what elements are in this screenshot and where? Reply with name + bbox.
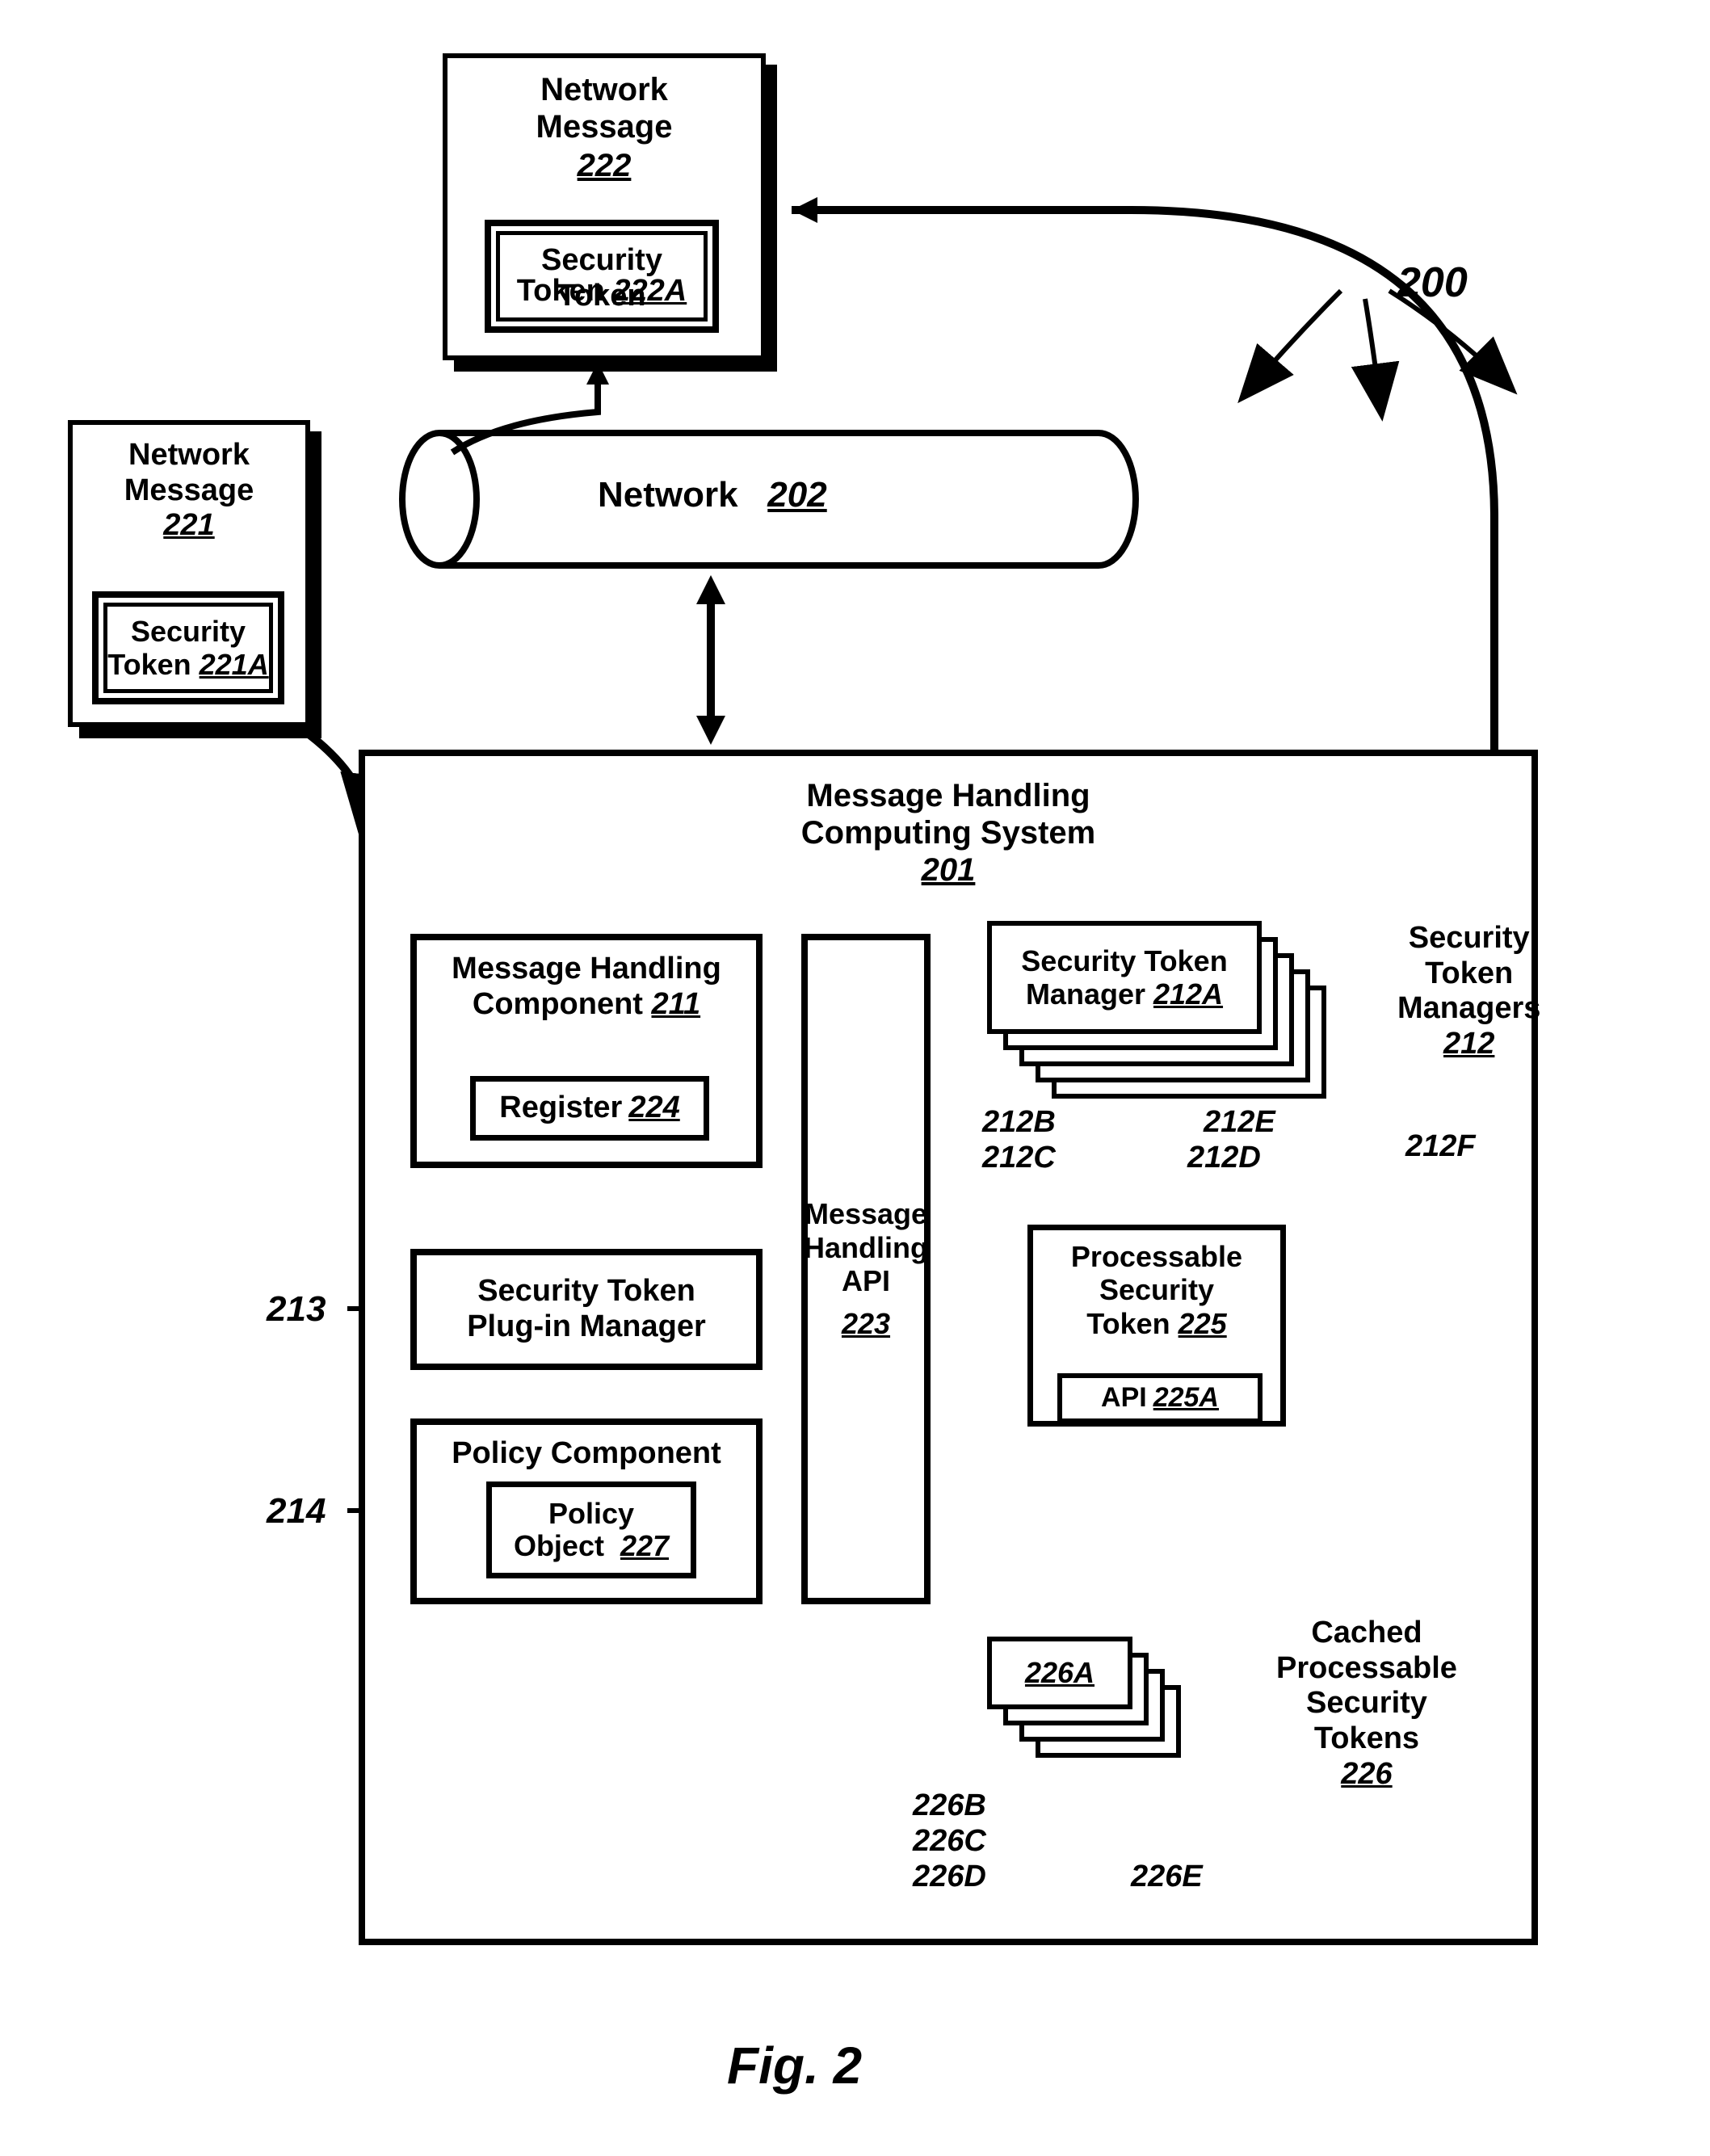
register-title: Register bbox=[499, 1091, 622, 1126]
ref-214: 214 bbox=[267, 1491, 326, 1532]
api-title: Message Handling API bbox=[804, 1197, 928, 1297]
figure-caption: Fig. 2 bbox=[727, 2036, 862, 2095]
ref-226b: 226B bbox=[913, 1788, 986, 1823]
plugin-manager-213: Security Token Plug-in Manager bbox=[410, 1249, 763, 1370]
register-224: Register 224 bbox=[470, 1076, 709, 1141]
msg222-token: Security Token Token 222A bbox=[485, 220, 719, 333]
cache-group-label: Cached Processable Security Tokens 226 bbox=[1276, 1616, 1457, 1792]
mhc-title: Message HandlingComponent 211 bbox=[452, 952, 721, 1021]
network-title: Network bbox=[598, 475, 738, 515]
stm-front-212a: Security Token Manager 212A bbox=[987, 921, 1262, 1034]
cache-stack: 226A bbox=[987, 1637, 1229, 1798]
ref-212b: 212B bbox=[982, 1105, 1056, 1140]
ref-212d: 212D bbox=[1187, 1141, 1261, 1175]
stm-stack: Security Token Manager 212A bbox=[987, 921, 1326, 1099]
network-label: Network 202 bbox=[598, 475, 827, 515]
ref-212c: 212C bbox=[982, 1141, 1056, 1175]
msg221-token-line1: Security bbox=[107, 615, 269, 648]
mhc-211: Message HandlingComponent 211 Register 2… bbox=[410, 934, 763, 1168]
ref-226d: 226D bbox=[913, 1860, 986, 1894]
system-200-ref: 200 bbox=[1397, 258, 1468, 307]
msg221-token: Security Token 221A bbox=[92, 591, 284, 704]
policy-object-227: PolicyObject 227 bbox=[486, 1481, 696, 1578]
network-message-221: Network Message 221 Security Token 221A bbox=[68, 420, 310, 727]
ref-226c: 226C bbox=[913, 1824, 986, 1859]
system-201-title: Message Handling Computing System bbox=[365, 777, 1531, 851]
message-handling-api-223: Message Handling API 223 bbox=[801, 934, 931, 1604]
msg222-title: Network Message bbox=[447, 71, 761, 145]
ref-212f: 212F bbox=[1405, 1129, 1476, 1164]
ref-226e: 226E bbox=[1131, 1860, 1203, 1894]
stm-group-label: Security Token Managers 212 bbox=[1397, 921, 1540, 1062]
plugin-title: Security Token Plug-in Manager bbox=[467, 1274, 706, 1344]
processable-token-225: Processable Security Token 225 API 225A bbox=[1027, 1225, 1286, 1427]
policy-component-214: Policy Component PolicyObject 227 bbox=[410, 1418, 763, 1604]
pst-api-225a: API 225A bbox=[1057, 1373, 1263, 1423]
system-201-ref: 201 bbox=[365, 851, 1531, 889]
msg222-token-ref: 222A bbox=[613, 274, 687, 308]
api-ref: 223 bbox=[842, 1307, 890, 1340]
msg221-ref: 221 bbox=[73, 508, 305, 544]
ref-213: 213 bbox=[267, 1289, 326, 1330]
policy-title: Policy Component bbox=[417, 1436, 756, 1472]
ref-212e: 212E bbox=[1204, 1105, 1275, 1140]
msg221-token-ref: 221A bbox=[200, 648, 269, 681]
msg221-title: Network Message bbox=[73, 438, 305, 508]
msg222-ref: 222 bbox=[447, 147, 761, 184]
network-ref: 202 bbox=[767, 475, 826, 515]
network-message-222: Network Message 222 Security Token Token… bbox=[443, 53, 766, 360]
cache-front-226a: 226A bbox=[987, 1637, 1132, 1709]
register-ref: 224 bbox=[628, 1091, 679, 1126]
